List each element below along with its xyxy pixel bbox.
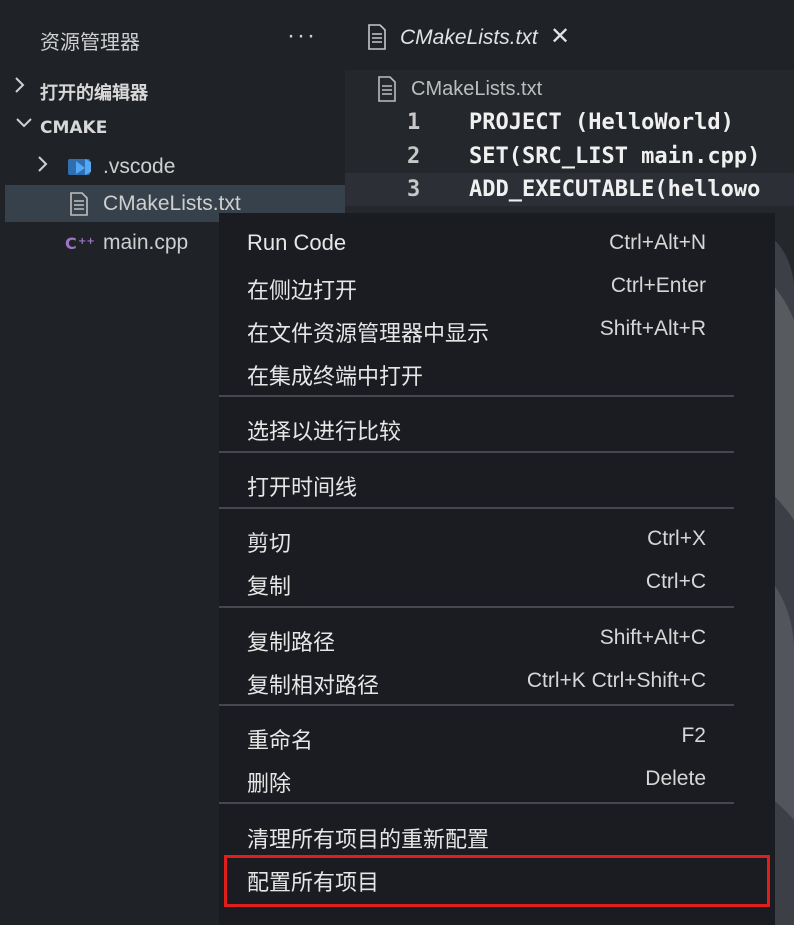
code-line-current[interactable]: 3 ADD_EXECUTABLE(hellowo — [345, 173, 794, 206]
cpp-file-icon: C ++ — [65, 233, 95, 258]
breadcrumb-label: CMakeLists.txt — [411, 78, 543, 100]
close-icon[interactable]: ✕ — [550, 22, 570, 51]
svg-text:C: C — [65, 234, 77, 253]
menu-item-shortcut: Ctrl+X — [647, 527, 706, 550]
menu-item-label: 打开时间线 — [247, 476, 358, 501]
menu-item-select-for-compare[interactable]: 选择以进行比较 — [219, 406, 775, 446]
menu-item-label: 在文件资源管理器中显示 — [247, 322, 490, 347]
menu-item-cut[interactable]: 剪切 Ctrl+X — [219, 518, 775, 558]
vscode-folder-icon — [67, 155, 93, 182]
menu-item-label: 重命名 — [247, 729, 314, 754]
menu-item-open-to-side[interactable]: 在侧边打开 Ctrl+Enter — [219, 265, 775, 305]
open-editors-section[interactable]: 打开的编辑器 — [0, 71, 345, 107]
menu-item-label: 剪切 — [247, 532, 292, 557]
menu-item-label: 在集成终端中打开 — [247, 365, 424, 390]
explorer-title: 资源管理器 — [40, 30, 140, 54]
menu-item-shortcut: F2 — [681, 724, 706, 747]
menu-separator — [219, 451, 734, 453]
menu-item-clean-reconfigure-all[interactable]: 清理所有项目的重新配置 — [219, 814, 775, 854]
menu-item-shortcut: Ctrl+Alt+N — [609, 231, 706, 254]
context-menu: Run Code Ctrl+Alt+N 在侧边打开 Ctrl+Enter 在文件… — [219, 213, 775, 925]
code-text: SET(SRC_LIST main.cpp) — [469, 144, 761, 169]
tree-item-label: .vscode — [103, 155, 176, 178]
menu-item-shortcut: Ctrl+K Ctrl+Shift+C — [526, 669, 706, 692]
code-text: PROJECT (HelloWorld) — [469, 110, 734, 135]
highlight-annotation — [224, 855, 770, 907]
project-section[interactable]: CMAKE — [0, 110, 345, 146]
menu-item-copy-path[interactable]: 复制路径 Shift+Alt+C — [219, 617, 775, 657]
project-label: CMAKE — [40, 118, 108, 138]
file-text-icon — [69, 192, 89, 221]
line-number: 2 — [407, 144, 421, 169]
file-text-icon — [367, 24, 387, 55]
menu-item-label: 复制相对路径 — [247, 674, 380, 699]
tab-bar: CMakeLists.txt ✕ — [345, 0, 794, 70]
menu-item-open-timeline[interactable]: 打开时间线 — [219, 462, 775, 502]
menu-separator — [219, 802, 734, 804]
menu-item-run-code[interactable]: Run Code Ctrl+Alt+N — [219, 222, 775, 262]
open-editors-label: 打开的编辑器 — [40, 83, 148, 104]
menu-item-reveal-in-explorer[interactable]: 在文件资源管理器中显示 Shift+Alt+R — [219, 308, 775, 348]
explorer-header: 资源管理器 ··· — [0, 0, 345, 78]
menu-item-label: 复制路径 — [247, 631, 336, 656]
chevron-right-icon — [37, 154, 49, 179]
menu-item-delete[interactable]: 删除 Delete — [219, 758, 775, 798]
menu-item-rename[interactable]: 重命名 F2 — [219, 715, 775, 755]
chevron-down-icon — [14, 114, 34, 135]
menu-separator — [219, 507, 734, 509]
menu-item-shortcut: Shift+Alt+C — [599, 626, 706, 649]
menu-item-label: 选择以进行比较 — [247, 420, 402, 445]
chevron-right-icon — [14, 75, 26, 100]
menu-item-label: 在侧边打开 — [247, 279, 358, 304]
menu-item-shortcut: Ctrl+C — [645, 570, 706, 593]
tree-item-vscode[interactable]: .vscode — [5, 148, 345, 185]
file-text-icon — [377, 76, 397, 107]
menu-item-shortcut: Delete — [645, 767, 706, 790]
menu-item-open-in-terminal[interactable]: 在集成终端中打开 — [219, 351, 775, 391]
code-line[interactable]: 1 PROJECT (HelloWorld) — [345, 106, 794, 139]
line-number: 3 — [407, 177, 421, 202]
tab-cmakelists[interactable]: CMakeLists.txt — [400, 26, 538, 50]
menu-item-copy[interactable]: 复制 Ctrl+C — [219, 561, 775, 601]
svg-text:++: ++ — [78, 236, 95, 247]
line-number: 1 — [407, 110, 421, 135]
menu-item-shortcut: Shift+Alt+R — [599, 317, 706, 340]
menu-item-label: 清理所有项目的重新配置 — [247, 828, 490, 853]
menu-separator — [219, 395, 734, 397]
menu-item-copy-relative-path[interactable]: 复制相对路径 Ctrl+K Ctrl+Shift+C — [219, 660, 775, 700]
menu-item-shortcut: Ctrl+Enter — [610, 274, 706, 297]
menu-item-label: 删除 — [247, 772, 292, 797]
menu-item-label: Run Code — [247, 230, 347, 255]
menu-separator — [219, 704, 734, 706]
tree-item-label: main.cpp — [103, 231, 189, 254]
more-actions-icon[interactable]: ··· — [287, 22, 317, 50]
menu-item-label: 复制 — [247, 575, 292, 600]
menu-separator — [219, 606, 734, 608]
code-text: ADD_EXECUTABLE(hellowo — [469, 177, 761, 202]
code-line[interactable]: 2 SET(SRC_LIST main.cpp) — [345, 140, 794, 173]
